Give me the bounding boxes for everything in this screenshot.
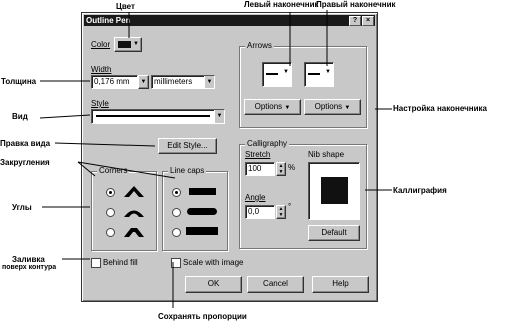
callout-keep-proportions: Сохранять пропорции bbox=[158, 312, 247, 321]
callout-rounding: Закругления bbox=[0, 158, 50, 167]
callout-thickness: Толщина bbox=[1, 77, 37, 86]
callout-color: Цвет bbox=[116, 2, 135, 11]
callout-fill-under: Заливка bbox=[12, 255, 45, 264]
callout-lines bbox=[39, 10, 392, 308]
callout-left-arrowhead: Левый наконечник bbox=[244, 0, 319, 9]
callout-arrow-settings: Настройка наконечника bbox=[393, 104, 487, 113]
callout-right-arrowhead: Правый наконечник bbox=[316, 0, 396, 9]
callout-fill-under-line2: поверх контура bbox=[2, 264, 57, 271]
callout-calligraphy: Каллиграфия bbox=[393, 186, 447, 195]
callout-kind: Вид bbox=[12, 112, 28, 121]
callout-corners: Углы bbox=[12, 203, 32, 212]
callout-edit-kind: Правка вида bbox=[0, 139, 51, 148]
